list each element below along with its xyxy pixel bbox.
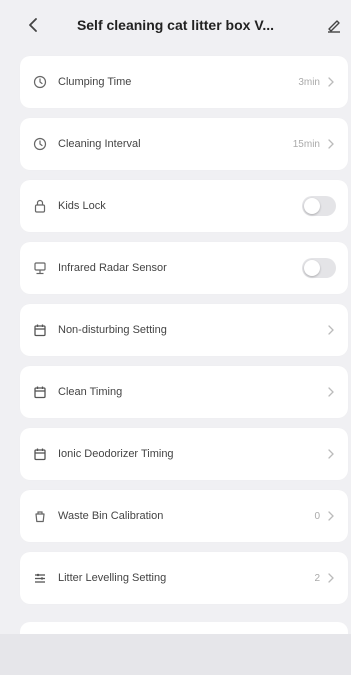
toggle-knob [304,260,320,276]
toggle-knob [304,198,320,214]
chevron-right-icon [326,138,336,150]
chevron-right-icon [326,76,336,88]
edit-button[interactable] [323,13,345,37]
setting-label: Litter Levelling Setting [58,572,167,584]
setting-label: Kids Lock [58,200,106,212]
setting-waste-bin-calibration[interactable]: Waste Bin Calibration 0 [20,490,348,542]
levelling-icon [32,570,48,586]
back-button[interactable] [22,13,44,37]
edit-icon [328,20,340,33]
infrared-radar-sensor-toggle[interactable] [302,258,336,278]
bin-icon [32,508,48,524]
setting-non-disturbing[interactable]: Non-disturbing Setting [20,304,348,356]
top-bar: Self cleaning cat litter box V... [0,0,351,50]
setting-label: Non-disturbing Setting [58,324,167,336]
setting-label: Cleaning Interval [58,138,141,150]
chevron-right-icon [326,572,336,584]
setting-label: Infrared Radar Sensor [58,262,167,274]
clock-icon [32,74,48,90]
chevron-right-icon [326,510,336,522]
setting-value: 2 [314,572,320,584]
calendar-icon [32,384,48,400]
setting-value: 0 [314,510,320,522]
setting-label: Clumping Time [58,76,132,88]
back-arrow-icon [29,18,37,32]
next-card-peek [20,622,348,634]
setting-value: 15min [292,138,320,150]
lock-icon [32,198,48,214]
chevron-right-icon [326,386,336,398]
setting-litter-levelling[interactable]: Litter Levelling Setting 2 [20,552,348,604]
bottom-area [0,634,351,675]
setting-label: Waste Bin Calibration [58,510,164,522]
calendar-icon [32,322,48,338]
setting-infrared-radar-sensor: Infrared Radar Sensor [20,242,348,294]
setting-cleaning-interval[interactable]: Cleaning Interval 15min [20,118,348,170]
chevron-right-icon [326,448,336,460]
sensor-icon [32,260,48,276]
setting-kids-lock: Kids Lock [20,180,348,232]
chevron-right-icon [326,324,336,336]
setting-label: Clean Timing [58,386,123,398]
page-title: Self cleaning cat litter box V... [76,17,275,33]
kids-lock-toggle[interactable] [302,196,336,216]
calendar-icon [32,446,48,462]
setting-value: 3min [298,76,320,88]
setting-clumping-time[interactable]: Clumping Time 3min [20,56,348,108]
setting-label: Ionic Deodorizer Timing [58,448,174,460]
setting-clean-timing[interactable]: Clean Timing [20,366,348,418]
setting-ionic-deodorizer-timing[interactable]: Ionic Deodorizer Timing [20,428,348,480]
clock-icon [32,136,48,152]
